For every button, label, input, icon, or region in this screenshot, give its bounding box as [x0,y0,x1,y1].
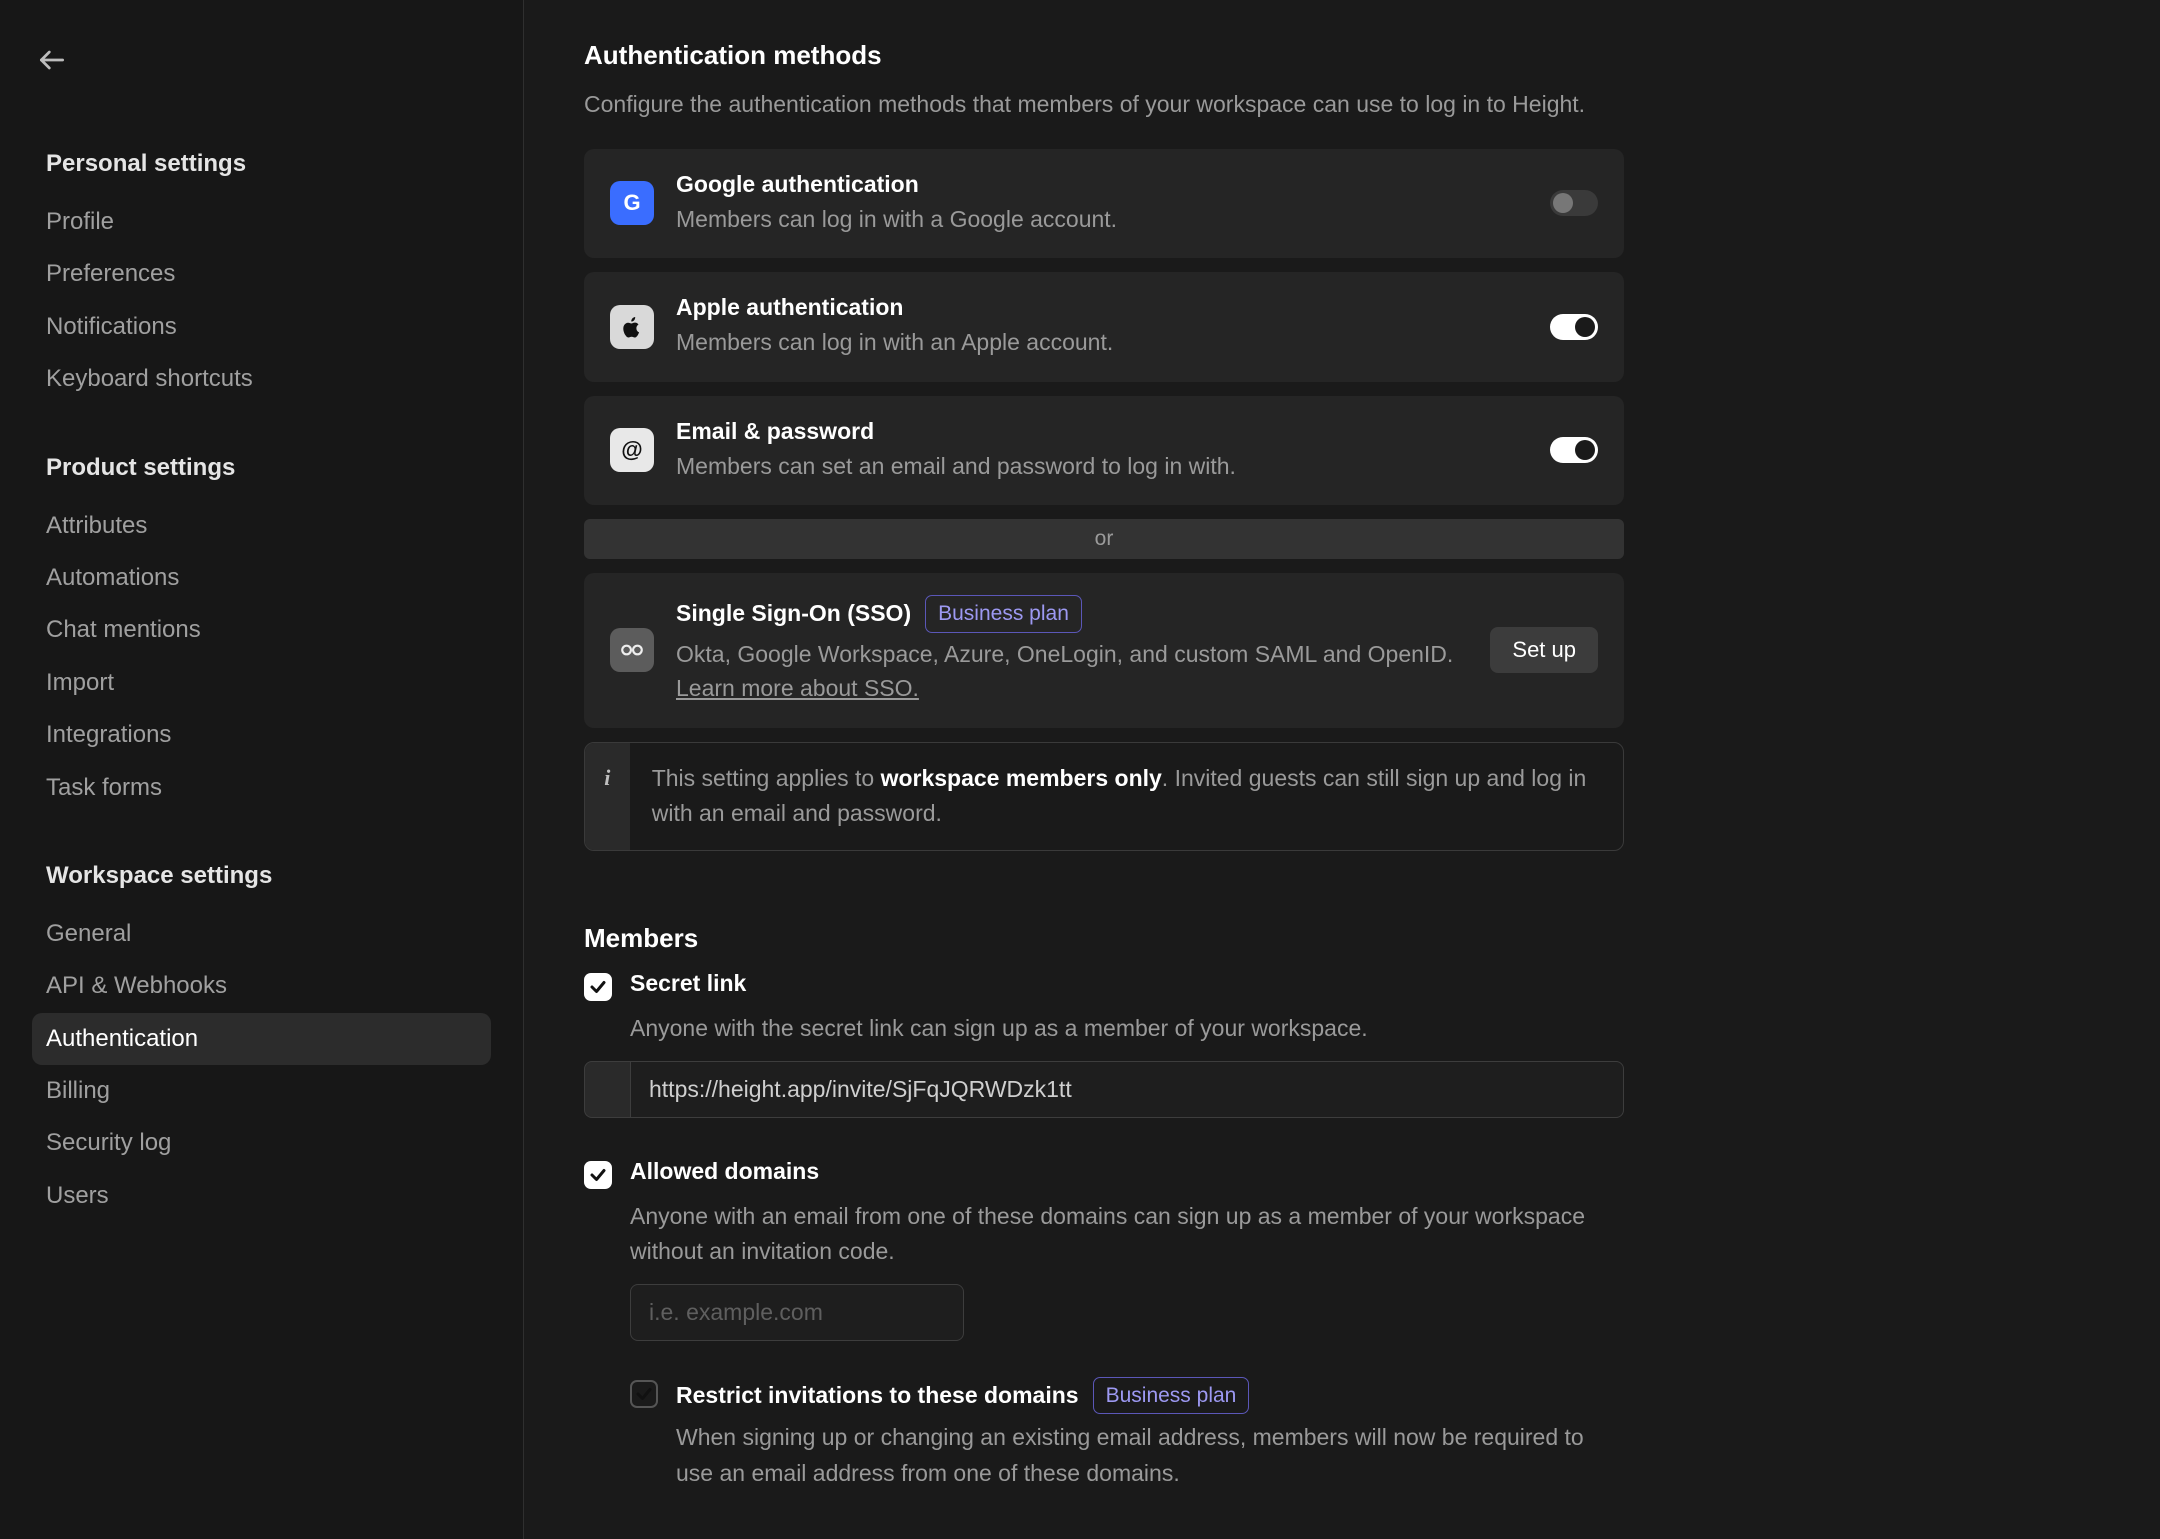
auth-provider-email: @ Email & password Members can set an em… [584,396,1624,506]
restrict-domains-desc: When signing up or changing an existing … [676,1420,1624,1491]
auth-provider-sso: Single Sign-On (SSO) Business plan Okta,… [584,573,1624,728]
google-auth-toggle[interactable] [1550,190,1598,216]
learn-more-sso-link[interactable]: Learn more about SSO. [676,675,919,701]
secret-link-desc: Anyone with the secret link can sign up … [630,1011,1624,1047]
secret-link-label: Secret link [630,970,746,997]
arrow-left-icon [36,44,68,76]
or-separator: or [584,519,1624,559]
sidebar-item-integrations[interactable]: Integrations [32,709,491,761]
check-icon [635,1385,653,1403]
restrict-domains-label: Restrict invitations to these domains [676,1382,1079,1409]
apple-icon [610,305,654,349]
check-icon [589,1166,607,1184]
auth-provider-apple: Apple authentication Members can log in … [584,272,1624,382]
check-icon [589,978,607,996]
sidebar-group-heading: Personal settings [32,150,491,178]
sso-icon [610,628,654,672]
sidebar-item-automations[interactable]: Automations [32,552,491,604]
info-note-prefix: This setting applies to [652,765,881,791]
sidebar-group-heading: Product settings [32,454,491,482]
sidebar-item-task-forms[interactable]: Task forms [32,762,491,814]
sidebar-item-profile[interactable]: Profile [32,196,491,248]
sidebar: Personal settings ProfilePreferencesNotif… [0,0,524,1539]
sso-setup-button[interactable]: Set up [1490,627,1598,673]
email-auth-desc: Members can set an email and password to… [676,449,1528,484]
auth-info-note: i This setting applies to workspace memb… [584,742,1624,851]
at-sign-icon: @ [610,428,654,472]
restrict-domains-checkbox[interactable] [630,1380,658,1408]
sidebar-item-import[interactable]: Import [32,657,491,709]
sidebar-item-notifications[interactable]: Notifications [32,301,491,353]
info-icon: i [585,743,630,850]
sidebar-item-billing[interactable]: Billing [32,1065,491,1117]
secret-link-leading [584,1061,630,1118]
sidebar-item-chat-mentions[interactable]: Chat mentions [32,604,491,656]
section-desc-auth-methods: Configure the authentication methods tha… [584,87,1624,123]
secret-link-checkbox[interactable] [584,973,612,1001]
restrict-plan-chip: Business plan [1093,1377,1250,1415]
sso-auth-title: Single Sign-On (SSO) [676,600,911,627]
section-title-auth-methods: Authentication methods [584,40,1624,71]
sso-auth-desc-text: Okta, Google Workspace, Azure, OneLogin,… [676,641,1453,667]
sso-plan-chip: Business plan [925,595,1082,633]
allowed-domains-desc: Anyone with an email from one of these d… [630,1199,1624,1270]
apple-auth-toggle[interactable] [1550,314,1598,340]
main-content: Authentication methods Configure the aut… [524,0,2160,1539]
sidebar-group-heading: Workspace settings [32,862,491,890]
sidebar-item-users[interactable]: Users [32,1170,491,1222]
allowed-domains-input[interactable] [630,1284,964,1341]
section-title-members: Members [584,923,1624,954]
google-auth-desc: Members can log in with a Google account… [676,202,1528,237]
allowed-domains-label: Allowed domains [630,1158,819,1185]
google-icon: G [610,181,654,225]
sidebar-item-general[interactable]: General [32,908,491,960]
sidebar-item-api-webhooks[interactable]: API & Webhooks [32,960,491,1012]
sidebar-item-security-log[interactable]: Security log [32,1117,491,1169]
info-note-strong: workspace members only [881,765,1162,791]
secret-link-input[interactable] [630,1061,1624,1118]
apple-auth-title: Apple authentication [676,294,1528,321]
allowed-domains-checkbox[interactable] [584,1161,612,1189]
google-auth-title: Google authentication [676,171,1528,198]
sidebar-item-authentication[interactable]: Authentication [32,1013,491,1065]
sso-auth-desc: Okta, Google Workspace, Azure, OneLogin,… [676,637,1468,706]
sidebar-item-preferences[interactable]: Preferences [32,248,491,300]
sidebar-item-attributes[interactable]: Attributes [32,500,491,552]
apple-auth-desc: Members can log in with an Apple account… [676,325,1528,360]
auth-provider-google: G Google authentication Members can log … [584,149,1624,259]
sidebar-item-keyboard-shortcuts[interactable]: Keyboard shortcuts [32,353,491,405]
back-button[interactable] [32,40,72,80]
email-auth-toggle[interactable] [1550,437,1598,463]
email-auth-title: Email & password [676,418,1528,445]
